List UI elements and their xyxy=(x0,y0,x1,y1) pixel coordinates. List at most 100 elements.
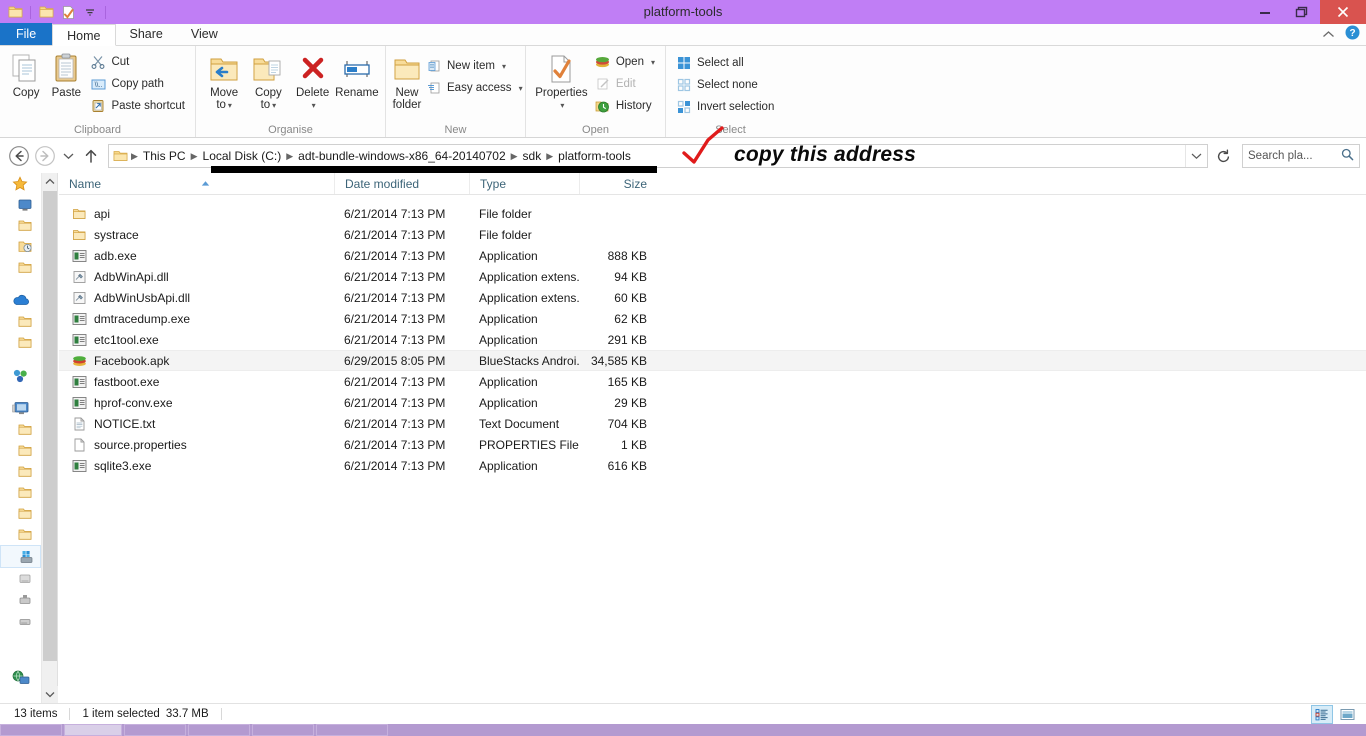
open-button[interactable]: Open▾ xyxy=(591,51,659,73)
table-row[interactable]: systrace 6/21/2014 7:13 PM File folder xyxy=(59,224,1366,245)
nav-pc-folder-1[interactable] xyxy=(0,419,41,440)
history-button[interactable]: History xyxy=(591,95,659,117)
breadcrumb-folder-icon[interactable] xyxy=(111,149,130,163)
column-header-name[interactable]: Name xyxy=(59,173,334,194)
breadcrumb-sep-4[interactable]: ▶ xyxy=(545,151,554,162)
edit-button[interactable]: Edit xyxy=(591,73,659,95)
nav-drive[interactable] xyxy=(0,610,41,631)
nav-recent-places[interactable] xyxy=(0,236,41,257)
table-row[interactable]: etc1tool.exe 6/21/2014 7:13 PM Applicati… xyxy=(59,329,1366,350)
select-all-button[interactable]: Select all xyxy=(672,52,778,74)
column-header-size[interactable]: Size xyxy=(579,173,659,194)
close-button[interactable] xyxy=(1320,0,1366,24)
nav-favorites[interactable] xyxy=(0,173,41,194)
nav-scroll-thumb[interactable] xyxy=(43,191,57,661)
nav-dvd-drive[interactable] xyxy=(0,568,41,589)
taskbar-item-1[interactable] xyxy=(0,724,62,736)
properties-button[interactable]: Properties▾ xyxy=(532,49,591,112)
table-row[interactable]: adb.exe 6/21/2014 7:13 PM Application 88… xyxy=(59,245,1366,266)
nav-pc-folder-2[interactable] xyxy=(0,440,41,461)
nav-pane-scrollbar[interactable] xyxy=(42,173,58,703)
nav-network[interactable] xyxy=(0,667,41,688)
details-view-button[interactable] xyxy=(1311,705,1333,724)
table-row[interactable]: source.properties 6/21/2014 7:13 PM PROP… xyxy=(59,434,1366,455)
column-header-date-modified[interactable]: Date modified xyxy=(334,173,469,194)
invert-selection-button[interactable]: Invert selection xyxy=(672,96,778,118)
forward-button[interactable] xyxy=(32,143,58,169)
breadcrumb-local-disk[interactable]: Local Disk (C:) xyxy=(199,145,286,167)
table-row[interactable]: NOTICE.txt 6/21/2014 7:13 PM Text Docume… xyxy=(59,413,1366,434)
qat-folder-icon[interactable] xyxy=(35,1,57,23)
address-input[interactable]: ▶ This PC ▶ Local Disk (C:) ▶ adt-bundle… xyxy=(108,144,1208,168)
system-menu-folder-icon[interactable] xyxy=(4,1,26,23)
breadcrumb-sep-1[interactable]: ▶ xyxy=(190,151,199,162)
nav-homegroup[interactable] xyxy=(0,365,41,386)
tab-home[interactable]: Home xyxy=(52,24,115,46)
tab-file[interactable]: File xyxy=(0,23,52,45)
nav-scroll-up-arrow[interactable] xyxy=(42,173,57,190)
cut-button[interactable]: Cut xyxy=(86,51,189,73)
easy-access-button[interactable]: Easy access▾ xyxy=(422,77,527,99)
breadcrumb-this-pc[interactable]: This PC xyxy=(139,145,190,167)
copy-button[interactable]: Copy xyxy=(6,49,46,99)
nav-downloads-folder[interactable] xyxy=(0,215,41,236)
taskbar-item-5[interactable] xyxy=(252,724,314,736)
nav-pc-folder-6[interactable] xyxy=(0,524,41,545)
nav-onedrive[interactable] xyxy=(0,290,41,311)
large-icons-view-button[interactable] xyxy=(1336,705,1358,724)
table-row[interactable]: AdbWinUsbApi.dll 6/21/2014 7:13 PM Appli… xyxy=(59,287,1366,308)
back-button[interactable] xyxy=(6,143,32,169)
help-icon[interactable]: ? xyxy=(1345,25,1360,45)
qat-customize-icon[interactable] xyxy=(79,1,101,23)
qat-properties-icon[interactable] xyxy=(57,1,79,23)
nav-this-pc[interactable] xyxy=(0,398,41,419)
table-row[interactable]: Facebook.apk 6/29/2015 8:05 PM BlueStack… xyxy=(59,350,1366,371)
nav-folder-2[interactable] xyxy=(0,311,41,332)
breadcrumb-sep-2[interactable]: ▶ xyxy=(285,151,294,162)
paste-shortcut-button[interactable]: Paste shortcut xyxy=(86,95,189,117)
table-row[interactable]: sqlite3.exe 6/21/2014 7:13 PM Applicatio… xyxy=(59,455,1366,476)
taskbar-item-2[interactable] xyxy=(64,724,122,736)
nav-pc-folder-5[interactable] xyxy=(0,503,41,524)
table-row[interactable]: dmtracedump.exe 6/21/2014 7:13 PM Applic… xyxy=(59,308,1366,329)
table-row[interactable]: AdbWinApi.dll 6/21/2014 7:13 PM Applicat… xyxy=(59,266,1366,287)
tab-view[interactable]: View xyxy=(177,23,232,45)
column-header-type[interactable]: Type xyxy=(469,173,579,194)
search-icon[interactable] xyxy=(1341,148,1354,164)
nav-pc-folder-4[interactable] xyxy=(0,482,41,503)
chevron-down-icon[interactable] xyxy=(1185,145,1207,167)
taskbar-item-3[interactable] xyxy=(124,724,186,736)
taskbar-item-4[interactable] xyxy=(188,724,250,736)
new-item-button[interactable]: New item▾ xyxy=(422,55,527,77)
chevron-up-icon[interactable] xyxy=(1322,26,1335,44)
breadcrumb-sep-0[interactable]: ▶ xyxy=(130,151,139,162)
nav-scroll-down-arrow[interactable] xyxy=(42,686,58,703)
taskbar-item-6[interactable] xyxy=(316,724,388,736)
nav-pc-folder-3[interactable] xyxy=(0,461,41,482)
tab-share[interactable]: Share xyxy=(116,23,177,45)
new-folder-button[interactable]: Newfolder xyxy=(392,49,422,111)
table-row[interactable]: fastboot.exe 6/21/2014 7:13 PM Applicati… xyxy=(59,371,1366,392)
breadcrumb-sdk[interactable]: sdk xyxy=(519,145,546,167)
delete-button[interactable]: Delete▾ xyxy=(291,49,335,112)
copy-path-button[interactable]: \\.. Copy path xyxy=(86,73,189,95)
refresh-button[interactable] xyxy=(1210,144,1236,168)
restore-button[interactable] xyxy=(1283,0,1320,24)
search-input[interactable]: Search pla... xyxy=(1242,144,1360,168)
breadcrumb-platform-tools[interactable]: platform-tools xyxy=(554,145,635,167)
recent-locations-button[interactable] xyxy=(58,143,78,169)
breadcrumb-adt-bundle[interactable]: adt-bundle-windows-x86_64-20140702 xyxy=(294,145,509,167)
move-to-button[interactable]: Moveto▾ xyxy=(202,49,246,112)
nav-folder-3[interactable] xyxy=(0,332,41,353)
paste-button[interactable]: Paste xyxy=(46,49,86,99)
nav-removable-disk[interactable] xyxy=(0,589,41,610)
table-row[interactable]: hprof-conv.exe 6/21/2014 7:13 PM Applica… xyxy=(59,392,1366,413)
nav-folder-1[interactable] xyxy=(0,257,41,278)
up-button[interactable] xyxy=(78,143,104,169)
rename-button[interactable]: Rename xyxy=(335,49,379,99)
breadcrumb-sep-3[interactable]: ▶ xyxy=(510,151,519,162)
nav-local-disk-c[interactable] xyxy=(0,545,41,568)
copy-to-button[interactable]: Copyto▾ xyxy=(246,49,290,112)
minimize-button[interactable] xyxy=(1246,0,1283,24)
select-none-button[interactable]: Select none xyxy=(672,74,778,96)
